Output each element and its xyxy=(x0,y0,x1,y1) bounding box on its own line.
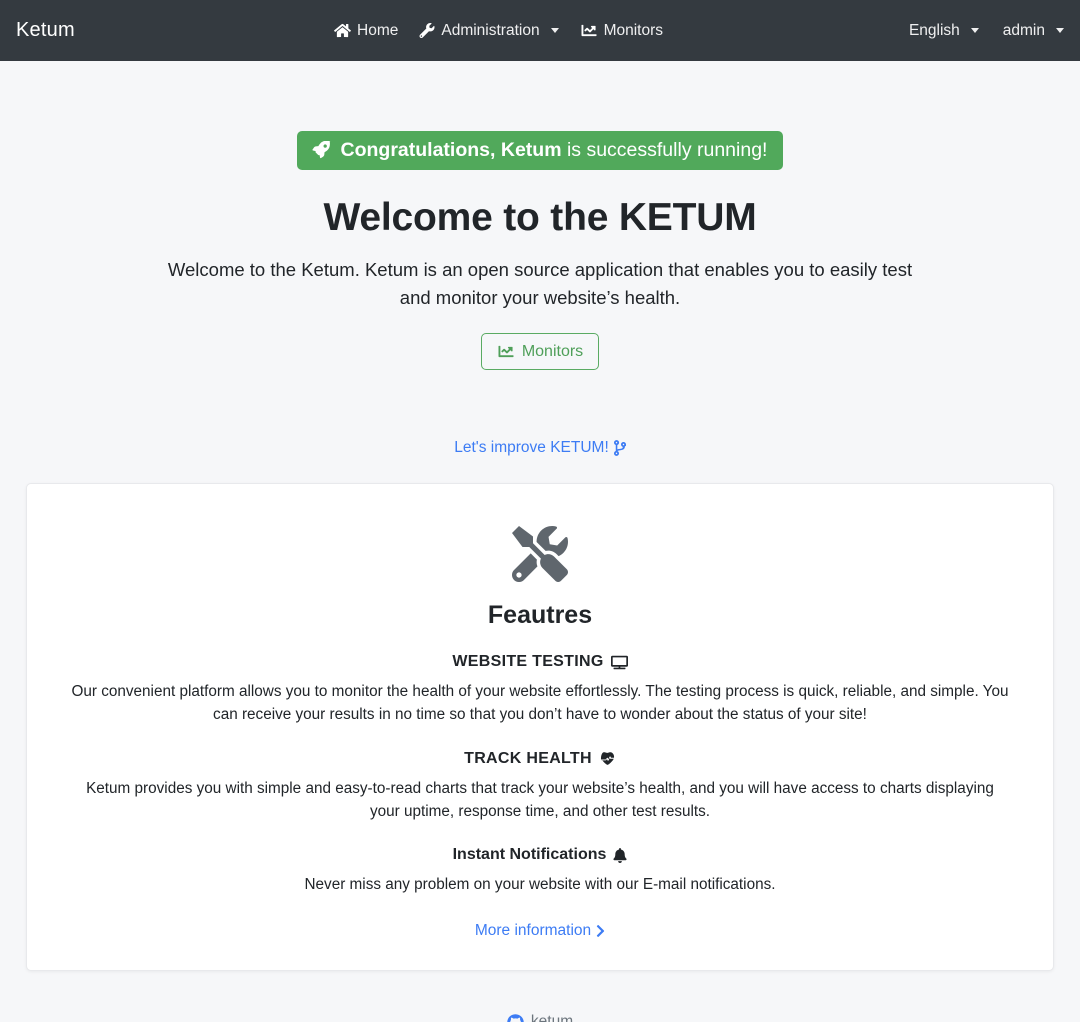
wrench-icon xyxy=(419,23,435,38)
user-menu-label: admin xyxy=(1002,21,1045,39)
navbar-center-links: Home Administration Monitors xyxy=(334,0,663,61)
feature-website-testing: WEBSITE TESTING Our convenient platform … xyxy=(51,653,1029,727)
language-selector-label: English xyxy=(908,21,960,39)
chevron-down-icon xyxy=(970,28,979,33)
feature-instant-notifications-body: Never miss any problem on your website w… xyxy=(304,876,776,894)
banner-suffix: is successfully running! xyxy=(566,139,768,161)
feature-track-health: TRACK HEALTH Ketum provides you with sim… xyxy=(51,750,1029,824)
tools-icon xyxy=(511,526,568,587)
brand-logo[interactable]: Ketum xyxy=(16,19,75,42)
feature-instant-notifications-heading-label: Instant Notifications xyxy=(452,846,607,864)
feature-instant-notifications-heading: Instant Notifications xyxy=(51,846,1029,864)
github-icon xyxy=(507,1014,524,1022)
language-selector[interactable]: English xyxy=(909,22,979,40)
banner-prefix: Congratulations, xyxy=(340,139,496,161)
feature-track-health-heading: TRACK HEALTH xyxy=(51,750,1029,768)
feature-track-health-heading-label: TRACK HEALTH xyxy=(464,749,592,767)
improve-ketum-link-label: Let's improve KETUM! xyxy=(454,439,609,457)
card-title: Feautres xyxy=(487,601,593,630)
more-information-link-label: More information xyxy=(474,922,592,940)
nav-item-home[interactable]: Home xyxy=(334,22,398,40)
status-banner: Congratulations, Ketum is successfully r… xyxy=(296,131,784,171)
page-title: Welcome to the KETUM xyxy=(323,196,757,240)
features-card: Feautres WEBSITE TESTING Our convenient … xyxy=(26,483,1054,972)
display-icon xyxy=(610,655,628,670)
footer: ketum xyxy=(15,1013,1065,1022)
heart-pulse-icon xyxy=(599,751,616,766)
feature-website-testing-heading-label: WEBSITE TESTING xyxy=(452,653,604,671)
page-description: Welcome to the Ketum. Ketum is an open s… xyxy=(167,259,913,309)
improve-link-container: Let's improve KETUM! xyxy=(15,439,1065,457)
more-information-link[interactable]: More information xyxy=(475,922,605,940)
chevron-down-icon xyxy=(1056,28,1064,33)
rocket-icon xyxy=(311,141,332,159)
nav-item-monitors-label: Monitors xyxy=(603,21,664,39)
bell-icon xyxy=(613,847,627,863)
banner-app-name: Ketum xyxy=(500,139,562,161)
feature-instant-notifications: Instant Notifications Never miss any pro… xyxy=(51,846,1029,896)
feature-website-testing-body: Our convenient platform allows you to mo… xyxy=(71,683,1009,724)
nav-item-monitors[interactable]: Monitors xyxy=(580,22,663,40)
github-link[interactable]: ketum xyxy=(507,1013,573,1022)
feature-track-health-body: Ketum provides you with simple and easy-… xyxy=(86,779,994,820)
top-navbar: Ketum Home Administration Monitors Engli… xyxy=(0,0,1080,61)
nav-item-administration[interactable]: Administration xyxy=(419,21,559,40)
nav-item-administration-label: Administration xyxy=(441,21,540,39)
chart-line-icon xyxy=(580,23,598,38)
more-information-container: More information xyxy=(51,922,1029,940)
monitors-button-label: Monitors xyxy=(521,342,584,360)
code-branch-icon xyxy=(613,440,626,456)
navbar-right-links: English admin xyxy=(909,0,1064,61)
chart-line-icon xyxy=(497,344,515,359)
tools-icon-container xyxy=(51,526,1029,587)
monitors-button[interactable]: Monitors xyxy=(480,332,600,371)
github-link-label: ketum xyxy=(530,1013,574,1022)
home-icon xyxy=(334,23,351,38)
status-banner-container: Congratulations, Ketum is successfully r… xyxy=(15,131,1065,171)
hero-button-container: Monitors xyxy=(15,332,1065,371)
page-content: Congratulations, Ketum is successfully r… xyxy=(0,131,1080,1022)
chevron-down-icon xyxy=(550,28,559,33)
feature-website-testing-heading: WEBSITE TESTING xyxy=(51,653,1029,671)
chevron-right-icon xyxy=(596,924,605,938)
nav-item-home-label: Home xyxy=(357,21,399,39)
improve-ketum-link[interactable]: Let's improve KETUM! xyxy=(454,439,626,457)
user-menu[interactable]: admin xyxy=(1003,22,1064,40)
